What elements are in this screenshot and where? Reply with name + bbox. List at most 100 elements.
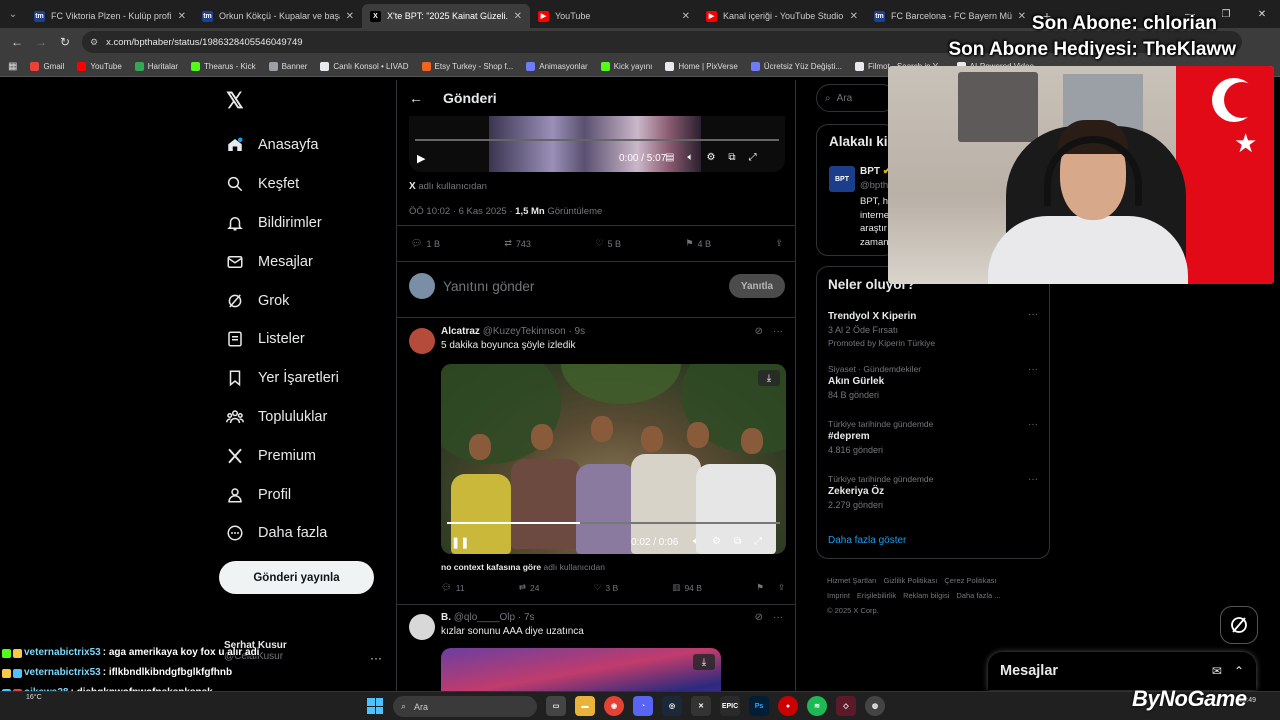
site-info-icon[interactable]: ⚙	[90, 37, 98, 48]
pip-icon[interactable]: ⧉	[734, 536, 741, 547]
related-name[interactable]: BPT ✔	[860, 166, 891, 177]
bookmark-item[interactable]: Animasyonlar	[526, 61, 588, 71]
apps-icon[interactable]: ▦	[8, 61, 17, 72]
sidebar-item-grok[interactable]: Grok	[226, 281, 339, 320]
source-x[interactable]: X	[409, 181, 416, 192]
grok-icon[interactable]: ⊘	[755, 326, 763, 337]
sidebar-item-anasayfa[interactable]: Anasayfa	[226, 126, 339, 165]
new-message-icon[interactable]: ✉	[1212, 664, 1222, 678]
trend-more-icon[interactable]: ···	[1028, 474, 1038, 485]
download-icon[interactable]: ⤓	[693, 654, 715, 670]
trend-item[interactable]: Siyaset · Gündemdekiler Akın Gürlek 84 B g…	[828, 364, 1038, 400]
fullscreen-icon[interactable]: ⤢	[749, 152, 757, 163]
share-icon[interactable]: ⇪	[778, 582, 785, 593]
forward-button[interactable]: →	[30, 31, 52, 53]
footer-link[interactable]: © 2025 X Corp.	[827, 606, 879, 615]
bookmark-item[interactable]: Haritalar	[134, 61, 178, 71]
reply-input[interactable]: Yanıtını gönder	[443, 279, 729, 294]
sidebar-item-bildirimler[interactable]: Bildirimler	[226, 204, 339, 243]
sidebar-item-profil[interactable]: Profil	[226, 475, 339, 514]
bookmark-action[interactable]: ⚑ 4 B	[685, 238, 711, 249]
download-icon[interactable]: ⤓	[758, 370, 780, 386]
sidebar-item-yer-i-aretleri[interactable]: Yer İşaretleri	[226, 359, 339, 398]
bookmark-item[interactable]: YouTube	[77, 61, 122, 71]
chrome-icon[interactable]: ◉	[604, 696, 624, 716]
bookmark-item[interactable]: Etsy Turkey - Shop f...	[421, 61, 513, 71]
reload-button[interactable]: ↻	[54, 31, 76, 53]
tab-search-icon[interactable]: ⌄	[0, 0, 26, 28]
sidebar-item-premium[interactable]: Premium	[226, 436, 339, 475]
sidebar-item-listeler[interactable]: Listeler	[226, 320, 339, 359]
footer-link[interactable]: Gizlilik Politikası	[884, 576, 938, 585]
volume-icon[interactable]: 🔈︎	[687, 152, 693, 163]
footer-link[interactable]: Imprint	[827, 591, 850, 600]
browser-tab[interactable]: tm FC Barcelona - FC Bayern Münih ✕	[866, 4, 1034, 28]
source-name[interactable]: no context kafasına göre	[441, 562, 541, 572]
post-button[interactable]: Gönderi yayınla	[219, 561, 374, 594]
bookmark-item[interactable]: Canlı Konsol • LIVAD	[320, 61, 409, 71]
footer-link[interactable]: Hizmet Şartları	[827, 576, 877, 585]
account-more-icon[interactable]: ···	[370, 651, 382, 665]
more-icon[interactable]: ···	[773, 326, 783, 337]
reply-action[interactable]: 💬︎ 11	[441, 582, 465, 593]
sidebar-item-mesajlar[interactable]: Mesajlar	[226, 242, 339, 281]
windows-start-icon[interactable]	[367, 698, 383, 714]
trend-more-icon[interactable]: ···	[1028, 309, 1038, 320]
settings-icon[interactable]: ⚙	[712, 536, 721, 547]
tab-close-icon[interactable]: ✕	[1018, 11, 1026, 22]
grok-button[interactable]	[1220, 606, 1258, 644]
captions-icon[interactable]: ▤	[665, 152, 674, 163]
sidebar-item-ke-fet[interactable]: Keşfet	[226, 165, 339, 204]
repost-action[interactable]: ⇄ 743	[504, 238, 531, 249]
footer-link[interactable]: Erişilebilirlik	[857, 591, 896, 600]
task-view-icon[interactable]: ▭	[546, 696, 566, 716]
x-logo-icon[interactable]: 𝕏	[226, 88, 244, 114]
trend-more-icon[interactable]: ···	[1028, 419, 1038, 430]
xbox-icon[interactable]: ✕	[691, 696, 711, 716]
taskbar-search[interactable]: ⌕ Ara	[393, 696, 537, 717]
fullscreen-icon[interactable]: ⤢	[754, 536, 762, 547]
post-time[interactable]: ÖÖ 10:02 · 6 Kas 2025 ·	[409, 206, 513, 217]
footer-link[interactable]: Reklam bilgisi	[903, 591, 949, 600]
pip-icon[interactable]: ⧉	[728, 152, 735, 163]
pause-icon[interactable]: ❚❚	[451, 536, 469, 549]
sidebar-item-topluluklar[interactable]: Topluluklar	[226, 398, 339, 437]
author-name[interactable]: B.	[441, 612, 451, 623]
red-app-icon[interactable]: ●	[778, 696, 798, 716]
bpt-logo[interactable]: BPT	[829, 166, 855, 192]
back-button[interactable]: ←	[6, 31, 28, 53]
more-icon[interactable]: ···	[773, 612, 783, 623]
obs-icon[interactable]: ◍	[865, 696, 885, 716]
discord-icon[interactable]: ◔	[633, 696, 653, 716]
like-action[interactable]: ♡ 5 B	[595, 238, 621, 249]
grok-icon[interactable]: ⊘	[755, 612, 763, 623]
expand-icon[interactable]: ⌃	[1234, 664, 1244, 678]
photoshop-icon[interactable]: Ps	[749, 696, 769, 716]
trend-item[interactable]: Türkiye tarihinde gündemde Zekeriya Öz 2.2…	[828, 474, 1038, 510]
tab-close-icon[interactable]: ✕	[178, 11, 186, 22]
bookmark-item[interactable]: Kick yayını	[600, 61, 652, 71]
steam-icon[interactable]: ◎	[662, 696, 682, 716]
browser-tab[interactable]: X X'te BPT: "2025 Kainat Güzeli... ✕	[362, 4, 530, 28]
tab-close-icon[interactable]: ✕	[514, 11, 522, 22]
bookmark-icon[interactable]: ⚑	[756, 582, 764, 593]
video-progress-bar[interactable]	[447, 522, 780, 524]
tab-close-icon[interactable]: ✕	[682, 11, 690, 22]
post-video[interactable]: ▶ 0:00 / 5:07 ▤ 🔈︎ ⚙ ⧉ ⤢	[409, 116, 785, 172]
tweet-video[interactable]: ⤓ ❚❚ 0:02 / 0:06 🔈︎ ⚙ ⧉ ⤢	[441, 364, 786, 554]
volume-icon[interactable]: 🔈︎	[693, 536, 699, 547]
tab-close-icon[interactable]: ✕	[850, 11, 858, 22]
bookmark-item[interactable]: Thearus - Kick	[191, 61, 256, 71]
search-input[interactable]: ⌕ Ara	[816, 84, 896, 112]
play-icon[interactable]: ▶	[417, 152, 425, 165]
reply-action[interactable]: 💬︎ 1 B	[411, 238, 440, 249]
settings-icon[interactable]: ⚙	[706, 152, 715, 163]
file-explorer-icon[interactable]: ▬	[575, 696, 595, 716]
bookmark-item[interactable]: Gmail	[30, 61, 64, 71]
tab-close-icon[interactable]: ✕	[346, 11, 354, 22]
show-more-link[interactable]: Daha fazla göster	[828, 535, 906, 546]
trend-item[interactable]: Trendyol X Kiperin 3 Al 2 Öde Fırsatı Prom…	[828, 309, 1038, 348]
trend-more-icon[interactable]: ···	[1028, 364, 1038, 375]
weather-widget[interactable]: 16°C	[26, 694, 42, 701]
bookmark-item[interactable]: Home | PixVerse	[665, 61, 738, 71]
